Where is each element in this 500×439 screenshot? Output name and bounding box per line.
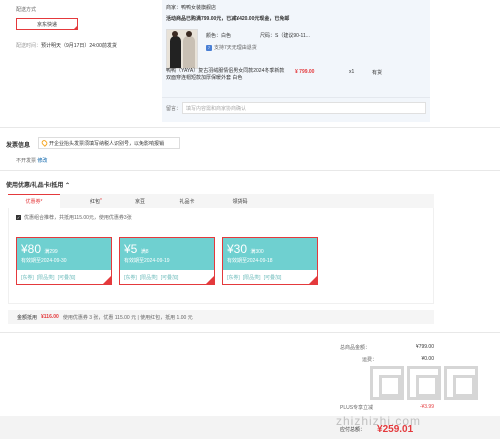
shipping-method-option[interactable]: 京东快递 bbox=[16, 18, 78, 30]
coupon-condition: 满300 bbox=[250, 249, 264, 255]
location-pin-icon bbox=[40, 139, 49, 147]
coupon-card[interactable]: ¥80 满299 有效期至2024-09-30 [东券] [限品类] [可叠加] bbox=[16, 237, 112, 285]
coupon-validity: 有效期至2024-09-19 bbox=[124, 258, 170, 264]
shipping-time-label: 配送时间： bbox=[16, 43, 42, 49]
coupon-tag: [可叠加] bbox=[263, 274, 282, 281]
shipping-method-label: 京东快递 bbox=[36, 21, 57, 28]
tab-redeem-code[interactable]: 领货码 bbox=[214, 194, 266, 208]
invoice-title: 发票信息 bbox=[6, 143, 31, 149]
tab-jingdou[interactable]: 京豆 bbox=[114, 194, 166, 208]
coupon-card[interactable]: ¥5 满8 有效期至2024-09-19 [东券] [限品类] [可叠加] bbox=[119, 237, 215, 285]
invoice-status: 不开发票 修改 bbox=[16, 157, 47, 164]
selected-corner-icon bbox=[309, 276, 317, 284]
combo-recommend[interactable]: ✓ 优惠组合推荐，共抵用115.00元，使用优惠券3张 bbox=[16, 214, 132, 221]
coupon-tag: [东券] bbox=[21, 274, 34, 281]
coupon-tag: [可叠加] bbox=[57, 274, 76, 281]
coupons-title[interactable]: 使用优惠/礼品卡/抵用 ⌃ bbox=[6, 180, 70, 189]
product-price: ¥ 799.00 bbox=[295, 69, 315, 75]
tab-coupons[interactable]: 优惠券 * bbox=[8, 194, 60, 208]
discount-summary-label: 金额抵用 bbox=[17, 314, 38, 321]
tab-label: 红包 bbox=[90, 198, 101, 205]
invoice-status-text: 不开发票 bbox=[16, 158, 37, 164]
product-color: 颜色：白色 bbox=[206, 33, 232, 39]
total-goods-value: ¥799.00 bbox=[415, 344, 434, 350]
return-policy: 7 支持7天无理由退货 bbox=[206, 44, 257, 51]
coupon-amount: ¥30 bbox=[227, 242, 248, 256]
discount-summary: 金额抵用 ¥116.00 使用优惠券 3 张，优惠 115.00 元 | 使用红… bbox=[8, 310, 434, 324]
tab-label: 京豆 bbox=[134, 198, 145, 205]
panel-divider bbox=[162, 97, 430, 98]
shipping-time-value: 预计明天（9月17日）24:00前发货 bbox=[41, 43, 117, 49]
coupon-condition: 满299 bbox=[44, 249, 58, 255]
shipping-fee-value: ¥0.00 bbox=[421, 356, 434, 362]
coupon-tag: [可叠加] bbox=[160, 274, 179, 281]
coupon-amount: ¥5 bbox=[124, 242, 138, 256]
coupon-tag: [限品类] bbox=[36, 274, 55, 281]
tab-star: * bbox=[100, 198, 102, 204]
note-label: 留言： bbox=[166, 106, 182, 112]
invoice-tip-text: 开企业抬头发票须填写纳税人识别号，以免影响报销 bbox=[49, 140, 165, 147]
tab-gift-card[interactable]: 礼品卡 bbox=[161, 194, 213, 208]
discount-summary-value: ¥116.00 bbox=[41, 314, 59, 320]
coupon-condition: 满8 bbox=[140, 249, 149, 255]
shipping-time: 配送时间：预计明天（9月17日）24:00前发货 bbox=[16, 42, 117, 49]
combo-note: 优惠组合推荐，共抵用115.00元，使用优惠券3张 bbox=[24, 215, 132, 221]
coupons-title-text: 使用优惠/礼品卡/抵用 bbox=[6, 183, 64, 189]
shipping-fee-label: 运费： bbox=[362, 357, 378, 363]
product-size: 尺码：S（建议90-11... bbox=[260, 33, 310, 39]
tab-star: * bbox=[40, 198, 43, 205]
invoice-edit-link[interactable]: 修改 bbox=[37, 158, 47, 164]
checkbox-checked-icon[interactable]: ✓ bbox=[16, 215, 21, 220]
coupon-validity: 有效期至2024-09-18 bbox=[227, 258, 273, 264]
coupon-validity: 有效期至2024-09-30 bbox=[21, 258, 67, 264]
chevron-up-icon: ⌃ bbox=[65, 183, 71, 189]
coupon-tag: [东券] bbox=[227, 274, 240, 281]
shop-name: 商家：鸭鸭女装旗舰店 bbox=[166, 5, 217, 11]
coupon-amount: ¥80 bbox=[21, 242, 42, 256]
return-7-day-icon: 7 bbox=[206, 44, 212, 51]
shipping-label: 配送方式 bbox=[16, 7, 37, 13]
return-policy-text: 支持7天无理由退货 bbox=[214, 45, 257, 51]
section-divider bbox=[0, 332, 500, 333]
coupon-tag: [限品类] bbox=[242, 274, 261, 281]
invoice-tip: 开企业抬头发票须填写纳税人识别号，以免影响报销 bbox=[38, 137, 180, 149]
section-divider bbox=[0, 127, 500, 128]
stock-status: 有货 bbox=[372, 70, 383, 76]
product-quantity: x1 bbox=[349, 69, 355, 75]
tab-label: 礼品卡 bbox=[179, 198, 195, 205]
selected-corner-icon bbox=[103, 276, 111, 284]
product-thumbnail[interactable] bbox=[166, 29, 198, 69]
discount-summary-detail: 使用优惠券 3 张，优惠 115.00 元 | 使用红包，抵用 1.00 元 bbox=[62, 314, 193, 321]
selected-corner-icon bbox=[206, 276, 214, 284]
plus-discount-label: PLUS专享立减 bbox=[340, 405, 374, 411]
section-divider bbox=[0, 170, 500, 171]
total-goods-label: 总商品金额： bbox=[340, 345, 371, 351]
watermark-text: zhizhizhi.com bbox=[336, 414, 422, 428]
tab-label: 领货码 bbox=[232, 198, 248, 205]
watermark-logo bbox=[370, 366, 490, 410]
promo-text: 活动商品已购满799.00元，已减¥420.00元现金，已免邮 bbox=[166, 16, 290, 22]
note-input[interactable]: 填写内容需和商家协商确认 bbox=[182, 102, 426, 114]
coupon-card[interactable]: ¥30 满300 有效期至2024-09-18 [东券] [限品类] [可叠加] bbox=[222, 237, 318, 285]
product-name[interactable]: 鸭鸭（YAYA）复古羽绒服情侣男女同款2024冬季新款双面穿连帽短款加厚保暖外套… bbox=[166, 68, 286, 82]
tab-label: 优惠券 bbox=[25, 199, 41, 205]
coupon-tag: [东券] bbox=[124, 274, 137, 281]
coupon-tag: [限品类] bbox=[139, 274, 158, 281]
selected-corner-icon bbox=[73, 25, 78, 30]
